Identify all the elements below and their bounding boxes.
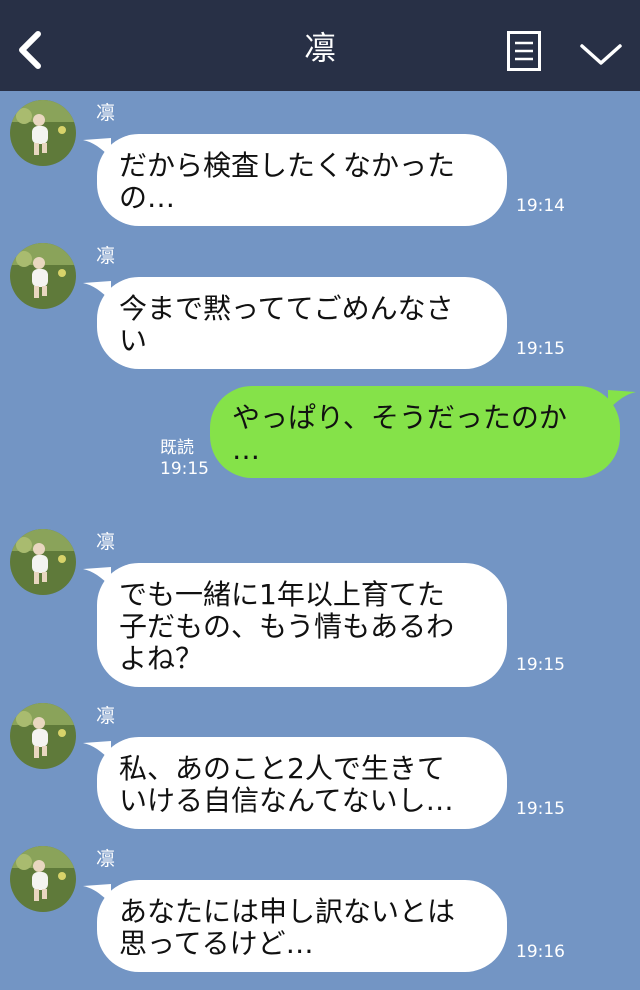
sender-name: 凛: [96, 245, 116, 267]
message-bubble: あなたには申し訳ないとは 思ってるけど…: [83, 880, 507, 972]
bubble-tail: [83, 741, 111, 761]
bubble-tail: [83, 567, 111, 587]
incoming-message: 凛 あなたには申し訳ないとは 思ってるけど… 19:16: [0, 846, 640, 986]
message-bubble: でも一緒に1年以上育てた 子だもの、もう情もあるわ よね？: [83, 563, 507, 687]
chat-title: 凛: [303, 29, 336, 67]
note-list-icon[interactable]: [507, 31, 541, 71]
message-time: 19:15: [160, 459, 209, 479]
message-bubble: 今まで黙っててごめんなさ い: [83, 277, 507, 369]
message-text: だから検査したくなかった の…: [119, 149, 456, 214]
message-text: 私、あのこと2人で生きて いける自信なんてないし…: [119, 752, 454, 817]
incoming-message: 凛 今まで黙っててごめんなさ い 19:15: [0, 243, 640, 373]
message-text: やっぱり、そうだったのか …: [232, 401, 567, 466]
avatar-photo-icon: [10, 529, 76, 595]
message-text: あなたには申し訳ないとは 思ってるけど…: [119, 895, 456, 960]
avatar[interactable]: [10, 846, 76, 912]
message-text: 今まで黙っててごめんなさ い: [119, 292, 454, 357]
incoming-message: 凛 私、あのこと2人で生きて いける自信なんてないし… 19:15: [0, 703, 640, 833]
chat-header: 凛: [0, 0, 640, 91]
bubble-tail: [608, 390, 636, 410]
outgoing-message: 既読 19:15 やっぱり、そうだったのか …: [0, 386, 640, 486]
incoming-message: 凛 だから検査したくなかった の… 19:14: [0, 100, 640, 230]
message-time: 19:15: [516, 799, 565, 819]
message-time: 19:15: [516, 339, 565, 359]
message-text: でも一緒に1年以上育てた 子だもの、もう情もあるわ よね？: [119, 578, 455, 675]
bubble-tail: [83, 281, 111, 301]
message-bubble: やっぱり、そうだったのか …: [210, 386, 636, 478]
message-time: 19:14: [516, 196, 565, 216]
avatar-photo-icon: [10, 846, 76, 912]
avatar[interactable]: [10, 529, 76, 595]
avatar-photo-icon: [10, 703, 76, 769]
avatar[interactable]: [10, 100, 76, 166]
message-time: 19:16: [516, 942, 565, 962]
sender-name: 凛: [96, 848, 116, 870]
chevron-down-icon[interactable]: [579, 40, 623, 68]
avatar-photo-icon: [10, 100, 76, 166]
sender-name: 凛: [96, 531, 116, 553]
bubble-tail: [83, 884, 111, 904]
message-bubble: 私、あのこと2人で生きて いける自信なんてないし…: [83, 737, 507, 829]
bubble-tail: [83, 138, 111, 158]
avatar-photo-icon: [10, 243, 76, 309]
avatar[interactable]: [10, 243, 76, 309]
avatar[interactable]: [10, 703, 76, 769]
sender-name: 凛: [96, 102, 116, 124]
sender-name: 凛: [96, 705, 116, 727]
message-time: 19:15: [516, 655, 565, 675]
read-receipt: 既読: [160, 438, 194, 458]
incoming-message: 凛 でも一緒に1年以上育てた 子だもの、もう情もあるわ よね？ 19:15: [0, 529, 640, 689]
message-bubble: だから検査したくなかった の…: [83, 134, 507, 226]
